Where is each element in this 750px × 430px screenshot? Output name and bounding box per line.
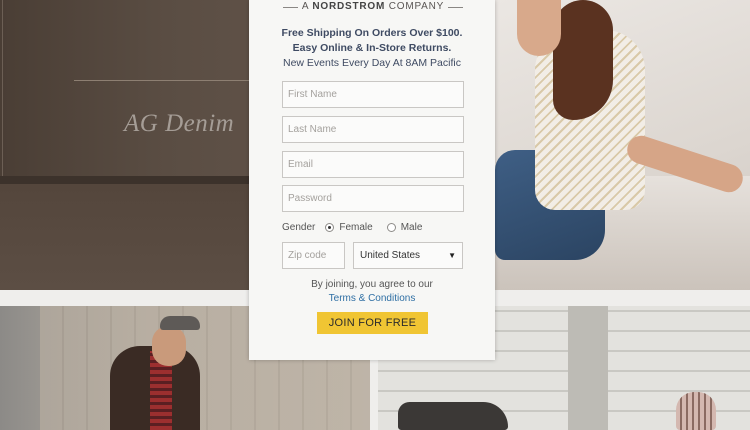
tagline-rule-right [448,6,464,8]
gender-label: Gender [282,221,316,233]
gender-female-label[interactable]: Female [339,222,372,233]
promo-events: New Events Every Day At 8AM Pacific [283,57,461,69]
signup-modal: A NORDSTROM COMPANY Free Shipping On Ord… [249,0,495,360]
photo-pink-shoe [676,392,716,430]
terms-note: By joining, you agree to our [311,279,433,290]
tagline-rule-left [283,6,298,8]
photo-hat [160,316,200,330]
chevron-down-icon: ▼ [448,251,456,260]
promo-returns: Easy Online & In-Store Returns. [292,42,452,54]
join-button[interactable]: JOIN FOR FREE [317,312,428,334]
gender-selector: Gender Female Male [282,220,464,234]
gender-male-radio[interactable] [386,222,396,232]
country-value: United States [360,250,421,261]
promo-text: Free Shipping On Orders Over $100. Easy … [249,26,495,71]
tagline-brand: NORDSTROM [312,1,386,12]
tagline-suffix: COMPANY [385,1,445,12]
email-field[interactable] [282,151,464,178]
gender-male-label[interactable]: Male [401,222,423,233]
last-name-field[interactable] [282,116,464,143]
tagline-row: A NORDSTROM COMPANY [283,0,464,14]
tagline-prefix: A [301,1,313,12]
photo-face [517,0,561,56]
tagline: A NORDSTROM COMPANY [298,1,448,13]
photo-hair [553,0,613,120]
promo-shipping: Free Shipping On Orders Over $100. [281,27,463,39]
country-select[interactable]: United States ▼ [353,242,463,269]
zip-code-field[interactable] [282,242,345,269]
terms-conditions-link[interactable]: Terms & Conditions [329,293,416,304]
brand-title[interactable]: AG Denim [124,110,234,138]
first-name-field[interactable] [282,81,464,108]
terms-link: Terms & Conditions [249,292,495,306]
tile-pillar [568,306,608,430]
photo-head [152,326,186,366]
hero-photo-woman[interactable] [495,0,750,290]
gender-female-radio[interactable] [325,222,335,232]
photo-dark-shoe [398,402,508,430]
password-field[interactable] [282,185,464,212]
